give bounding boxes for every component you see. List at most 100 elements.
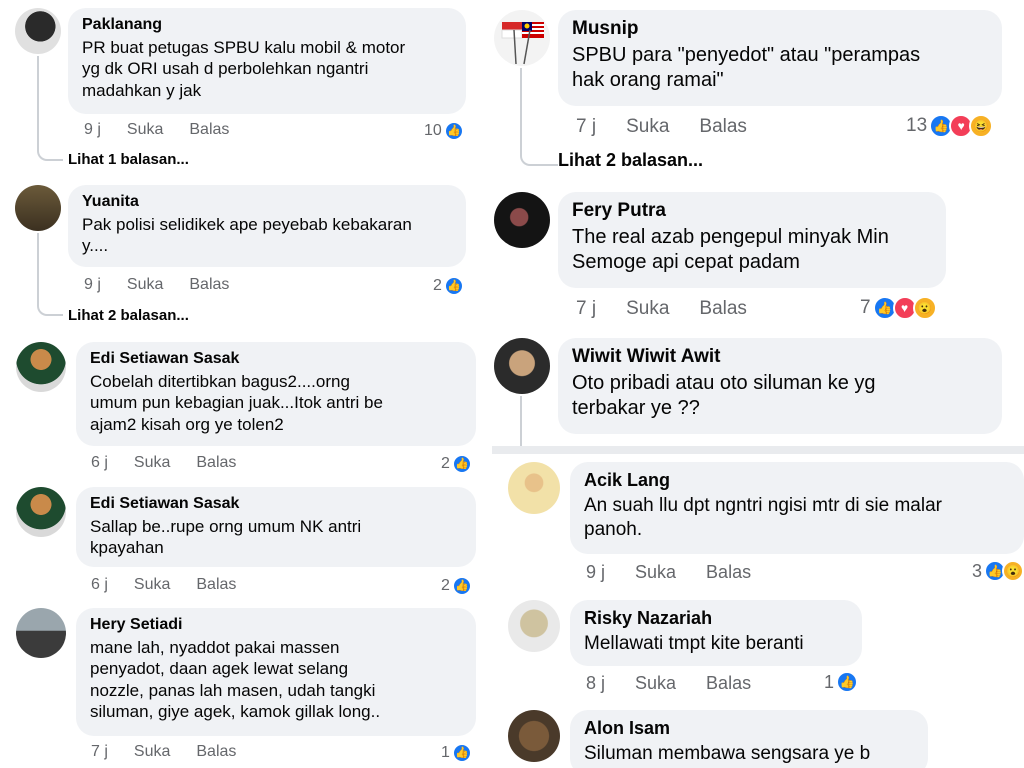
- reply-button[interactable]: Balas: [196, 454, 236, 472]
- reply-thread-line: [37, 233, 63, 316]
- comment-author[interactable]: Risky Nazariah: [584, 608, 848, 629]
- like-button[interactable]: Suka: [626, 298, 669, 320]
- reaction-count[interactable]: 2 👍: [441, 454, 472, 474]
- like-icon: 👍: [443, 276, 464, 296]
- comment-bubble: Paklanang PR buat petugas SPBU kalu mobi…: [68, 8, 466, 114]
- avatar[interactable]: [16, 608, 66, 658]
- like-button[interactable]: Suka: [635, 673, 676, 694]
- like-button[interactable]: Suka: [626, 116, 669, 138]
- comment-time[interactable]: 6 j: [91, 576, 108, 594]
- reply-button[interactable]: Balas: [699, 298, 747, 320]
- like-button[interactable]: Suka: [127, 276, 163, 294]
- avatar[interactable]: [508, 462, 560, 514]
- avatar[interactable]: [508, 710, 560, 762]
- comment-author[interactable]: Musnip: [572, 18, 988, 40]
- reaction-number: 3: [972, 560, 983, 581]
- reaction-number: 2: [441, 455, 450, 472]
- reply-button[interactable]: Balas: [706, 673, 751, 694]
- wow-icon: 😮: [1002, 560, 1024, 582]
- like-button[interactable]: Suka: [635, 562, 676, 583]
- avatar[interactable]: [16, 342, 66, 392]
- avatar[interactable]: [508, 600, 560, 652]
- comment-actions: 7 j Suka Balas: [91, 743, 236, 761]
- comment-text: Cobelah ditertibkan bagus2....orng umum …: [90, 372, 383, 434]
- reaction-count[interactable]: 1 👍: [824, 671, 859, 693]
- view-replies-link[interactable]: Lihat 2 balasan...: [68, 307, 189, 324]
- comment-author[interactable]: Yuanita: [82, 193, 452, 211]
- like-button[interactable]: Suka: [134, 576, 170, 594]
- comment-time[interactable]: 9 j: [84, 121, 101, 139]
- comment-author[interactable]: Edi Setiawan Sasak: [90, 495, 462, 513]
- comment-bubble: Wiwit Wiwit Awit Oto pribadi atau oto si…: [558, 338, 1002, 434]
- reaction-number: 1: [441, 744, 450, 761]
- comment-time[interactable]: 7 j: [576, 116, 596, 138]
- reply-button[interactable]: Balas: [189, 276, 229, 294]
- comment-author[interactable]: Fery Putra: [572, 200, 932, 222]
- comment-time[interactable]: 6 j: [91, 454, 108, 472]
- comment-author[interactable]: Edi Setiawan Sasak: [90, 350, 462, 368]
- like-button[interactable]: Suka: [134, 454, 170, 472]
- flags-icon: [501, 22, 544, 65]
- reply-thread-line: [520, 68, 558, 166]
- wow-icon: 😮: [912, 296, 937, 320]
- comment-author[interactable]: Acik Lang: [584, 470, 1010, 491]
- reaction-count[interactable]: 3 👍 😮: [972, 560, 1024, 582]
- reaction-count[interactable]: 7 👍 ♥ 😮: [860, 296, 937, 320]
- reaction-count[interactable]: 13 👍 ♥ 😆: [906, 114, 994, 138]
- reaction-count[interactable]: 2 👍: [441, 576, 472, 596]
- comment-bubble: Risky Nazariah Mellawati tmpt kite beran…: [570, 600, 862, 666]
- avatar[interactable]: [16, 487, 66, 537]
- haha-icon: 😆: [969, 114, 994, 138]
- avatar[interactable]: [15, 8, 61, 54]
- comment-author[interactable]: Alon Isam: [584, 718, 914, 739]
- comment-bubble: Fery Putra The real azab pengepul minyak…: [558, 192, 946, 288]
- like-icon: 👍: [451, 576, 472, 596]
- comment-bubble: Musnip SPBU para "penyedot" atau "peramp…: [558, 10, 1002, 106]
- view-replies-link[interactable]: Lihat 2 balasan...: [558, 150, 703, 171]
- reply-thread-line: [37, 56, 63, 161]
- view-replies-link[interactable]: Lihat 1 balasan...: [68, 151, 189, 168]
- comment-actions: 9 j Suka Balas: [586, 562, 751, 583]
- comment-actions: 6 j Suka Balas: [91, 576, 236, 594]
- reaction-number: 10: [424, 122, 442, 139]
- reaction-number: 2: [433, 277, 442, 294]
- left-panel: Paklanang PR buat petugas SPBU kalu mobi…: [0, 0, 492, 768]
- like-icon: 👍: [443, 121, 464, 141]
- comment-author[interactable]: Wiwit Wiwit Awit: [572, 346, 988, 368]
- comment-time[interactable]: 8 j: [586, 673, 605, 694]
- reply-button[interactable]: Balas: [706, 562, 751, 583]
- like-icon: 👍: [836, 671, 859, 693]
- reaction-count[interactable]: 1 👍: [441, 743, 472, 763]
- comment-author[interactable]: Hery Setiadi: [90, 616, 462, 634]
- comment-actions: 8 j Suka Balas: [586, 673, 751, 694]
- reply-button[interactable]: Balas: [196, 576, 236, 594]
- comment-author[interactable]: Paklanang: [82, 16, 452, 34]
- comment-time[interactable]: 7 j: [576, 298, 596, 320]
- reaction-number: 13: [906, 115, 928, 136]
- reaction-count[interactable]: 10 👍: [424, 121, 464, 141]
- reply-button[interactable]: Balas: [189, 121, 229, 139]
- flag-avatar[interactable]: [494, 10, 550, 66]
- like-button[interactable]: Suka: [127, 121, 163, 139]
- comment-bubble: Yuanita Pak polisi selidikek ape peyebab…: [68, 185, 466, 267]
- comment-actions: 9 j Suka Balas: [84, 121, 229, 139]
- like-icon: 👍: [451, 743, 472, 763]
- comment-text: Siluman membawa sengsara ye b: [584, 743, 871, 764]
- comment-time[interactable]: 7 j: [91, 743, 108, 761]
- comment-bubble: Hery Setiadi mane lah, nyaddot pakai mas…: [76, 608, 476, 736]
- avatar[interactable]: [494, 192, 550, 248]
- comment-time[interactable]: 9 j: [586, 562, 605, 583]
- avatar[interactable]: [15, 185, 61, 231]
- reply-button[interactable]: Balas: [699, 116, 747, 138]
- reply-button[interactable]: Balas: [196, 743, 236, 761]
- comment-bubble: Alon Isam Siluman membawa sengsara ye b: [570, 710, 928, 768]
- thread-line: [520, 396, 522, 452]
- comment-text: The real azab pengepul minyak Min Semoge…: [572, 226, 889, 273]
- avatar[interactable]: [494, 338, 550, 394]
- comment-actions: 7 j Suka Balas: [576, 116, 747, 138]
- comment-time[interactable]: 9 j: [84, 276, 101, 294]
- comment-bubble: Edi Setiawan Sasak Sallap be..rupe orng …: [76, 487, 476, 567]
- reaction-number: 1: [824, 671, 835, 692]
- reaction-count[interactable]: 2 👍: [433, 276, 464, 296]
- like-button[interactable]: Suka: [134, 743, 170, 761]
